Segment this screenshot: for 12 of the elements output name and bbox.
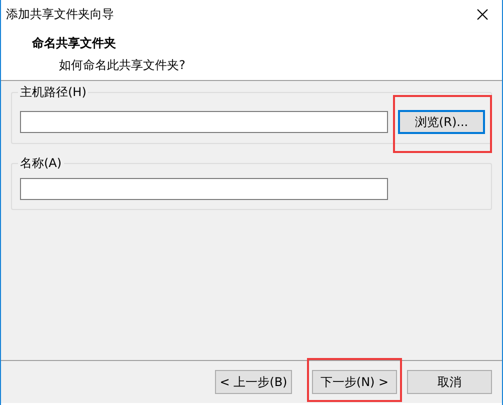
page-subtitle: 如何命名此共享文件夹? <box>59 57 186 74</box>
back-button[interactable]: < 上一步(B) <box>215 370 292 394</box>
group-label: 主机路径(H) <box>18 85 88 100</box>
next-button[interactable]: 下一步(N) > <box>312 370 397 394</box>
window-title: 添加共享文件夹向导 <box>6 6 114 22</box>
browse-button[interactable]: 浏览(R)... <box>398 110 485 134</box>
close-icon[interactable] <box>477 8 488 20</box>
page-heading: 命名共享文件夹 <box>32 35 117 52</box>
input-field[interactable] <box>20 111 388 133</box>
input-field[interactable] <box>20 178 388 200</box>
cancel-button[interactable]: 取消 <box>407 370 492 394</box>
group-label: 名称(A) <box>18 156 64 171</box>
